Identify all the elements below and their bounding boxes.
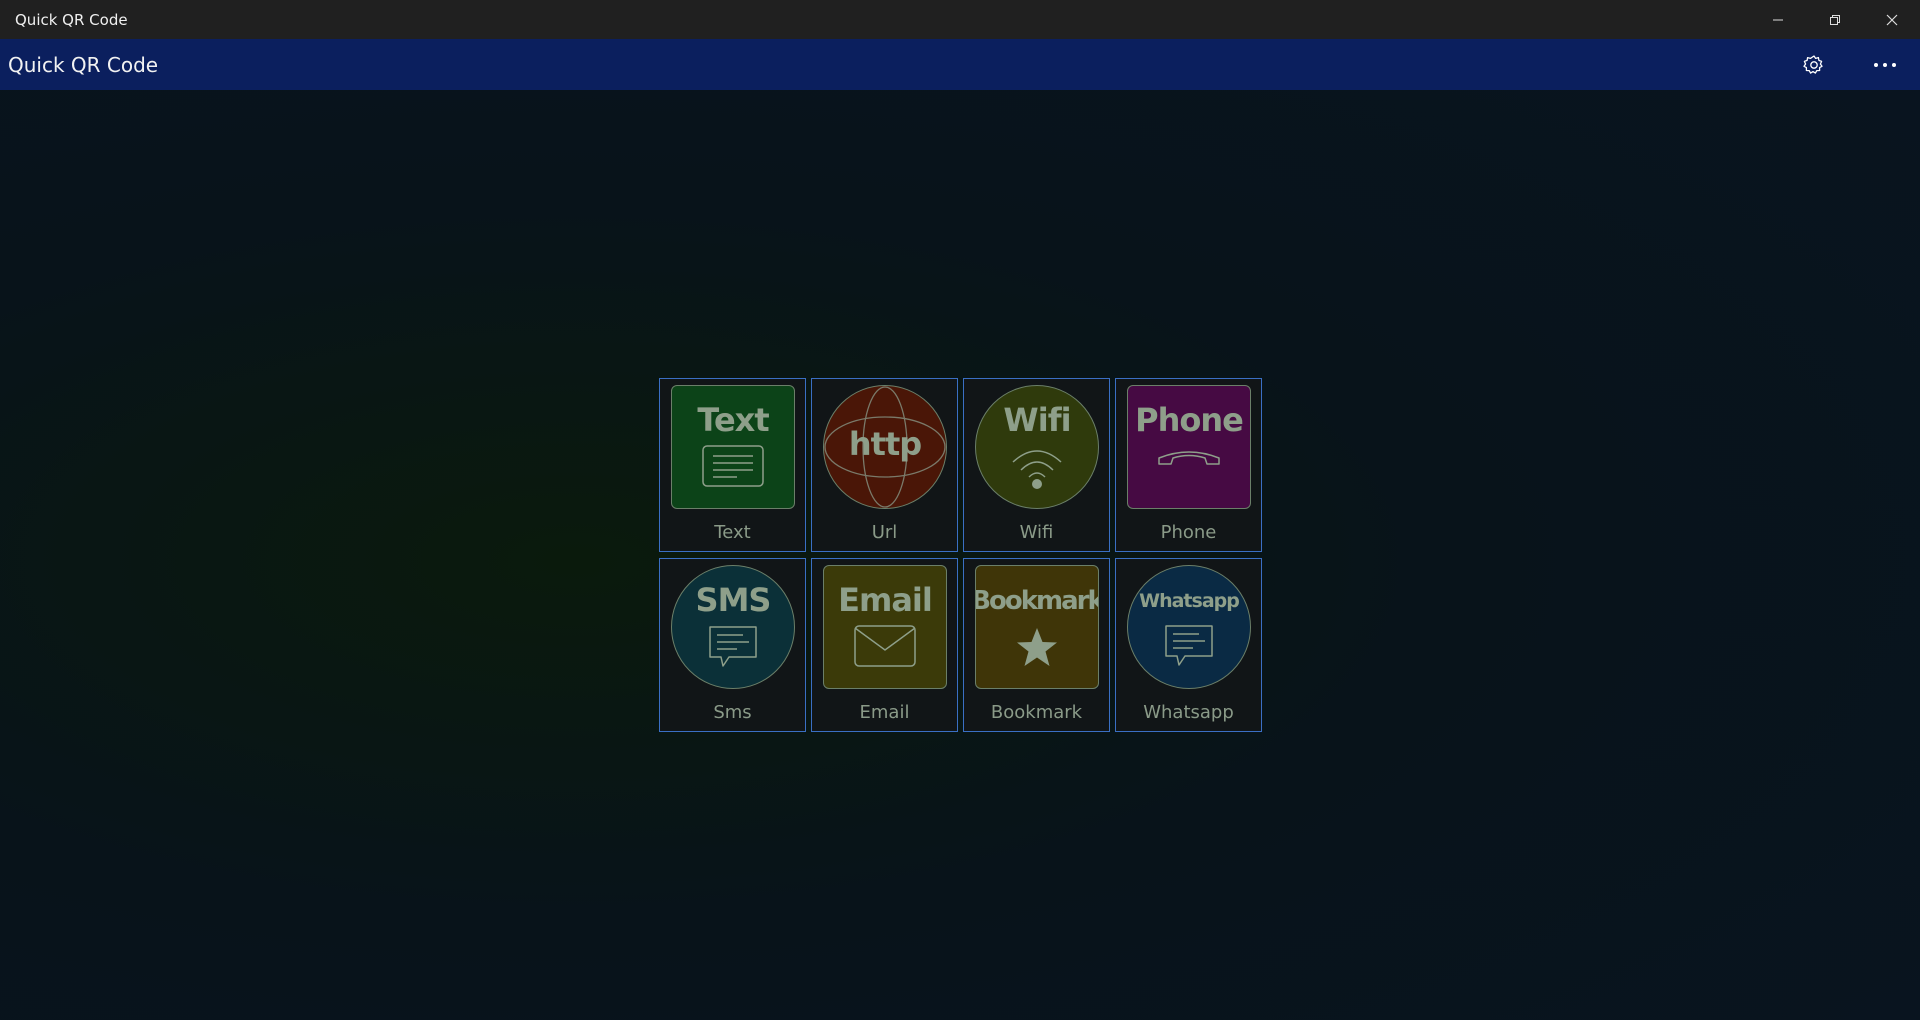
url-icon-word: http <box>848 425 922 463</box>
tile-sms[interactable]: SMS Sms <box>659 558 806 732</box>
tile-whatsapp[interactable]: Whatsapp Whatsapp <box>1115 558 1262 732</box>
text-icon-word: Text <box>697 401 769 439</box>
whatsapp-tile-icon: Whatsapp <box>1127 565 1251 689</box>
envelope-icon <box>854 625 916 667</box>
minimize-icon <box>1772 19 1783 20</box>
phone-icon-word: Phone <box>1135 401 1244 439</box>
title-bar: Quick QR Code <box>0 0 1920 39</box>
text-tile-icon: Text <box>671 385 795 509</box>
gear-icon <box>1802 54 1823 74</box>
settings-button[interactable] <box>1778 39 1849 90</box>
tile-phone[interactable]: Phone Phone <box>1115 378 1262 552</box>
star-icon <box>1017 628 1057 666</box>
close-button[interactable] <box>1863 0 1920 39</box>
chat-bubble-icon <box>1165 625 1213 666</box>
window-title: Quick QR Code <box>15 10 128 29</box>
tile-label: Email <box>859 702 910 723</box>
tile-label: Url <box>871 522 898 543</box>
minimize-button[interactable] <box>1749 0 1806 39</box>
app-actions <box>1778 39 1920 90</box>
tile-label: Whatsapp <box>1143 702 1234 723</box>
tile-label: Text <box>714 522 751 543</box>
sms-tile-icon: SMS <box>671 565 795 689</box>
whatsapp-icon-word: Whatsapp <box>1139 590 1240 612</box>
tile-wifi[interactable]: Wifi Wifi <box>963 378 1110 552</box>
phone-tile-icon: Phone <box>1127 385 1251 509</box>
email-tile-icon: Email <box>823 565 947 689</box>
sms-icon-word: SMS <box>695 581 772 619</box>
restore-icon <box>1829 14 1840 25</box>
phone-icon <box>1158 451 1220 465</box>
url-tile-icon: http <box>823 385 947 509</box>
bookmark-tile-icon: Bookmark <box>975 565 1099 689</box>
more-icon <box>1873 62 1896 67</box>
bookmark-icon-word: Bookmark <box>975 586 1099 616</box>
app-title: Quick QR Code <box>8 52 159 77</box>
chat-bubble-icon <box>709 626 757 667</box>
qr-type-grid: Text Text http Url Wifi Wifi Phone Phone… <box>659 378 1262 732</box>
close-icon <box>1886 14 1897 25</box>
tile-label: Sms <box>713 702 752 723</box>
wifi-icon <box>1012 450 1062 489</box>
tile-label: Bookmark <box>990 702 1083 723</box>
tile-label: Phone <box>1160 522 1217 543</box>
window-controls <box>1749 0 1920 39</box>
email-icon-word: Email <box>838 581 933 619</box>
tile-bookmark[interactable]: Bookmark Bookmark <box>963 558 1110 732</box>
restore-button[interactable] <box>1806 0 1863 39</box>
wifi-icon-word: Wifi <box>1003 401 1071 439</box>
wifi-tile-icon: Wifi <box>975 385 1099 509</box>
more-options-button[interactable] <box>1849 39 1920 90</box>
document-lines-icon <box>702 445 764 487</box>
tile-label: Wifi <box>1019 522 1054 543</box>
tile-url[interactable]: http Url <box>811 378 958 552</box>
tile-email[interactable]: Email Email <box>811 558 958 732</box>
app-bar: Quick QR Code <box>0 39 1920 90</box>
tile-text[interactable]: Text Text <box>659 378 806 552</box>
